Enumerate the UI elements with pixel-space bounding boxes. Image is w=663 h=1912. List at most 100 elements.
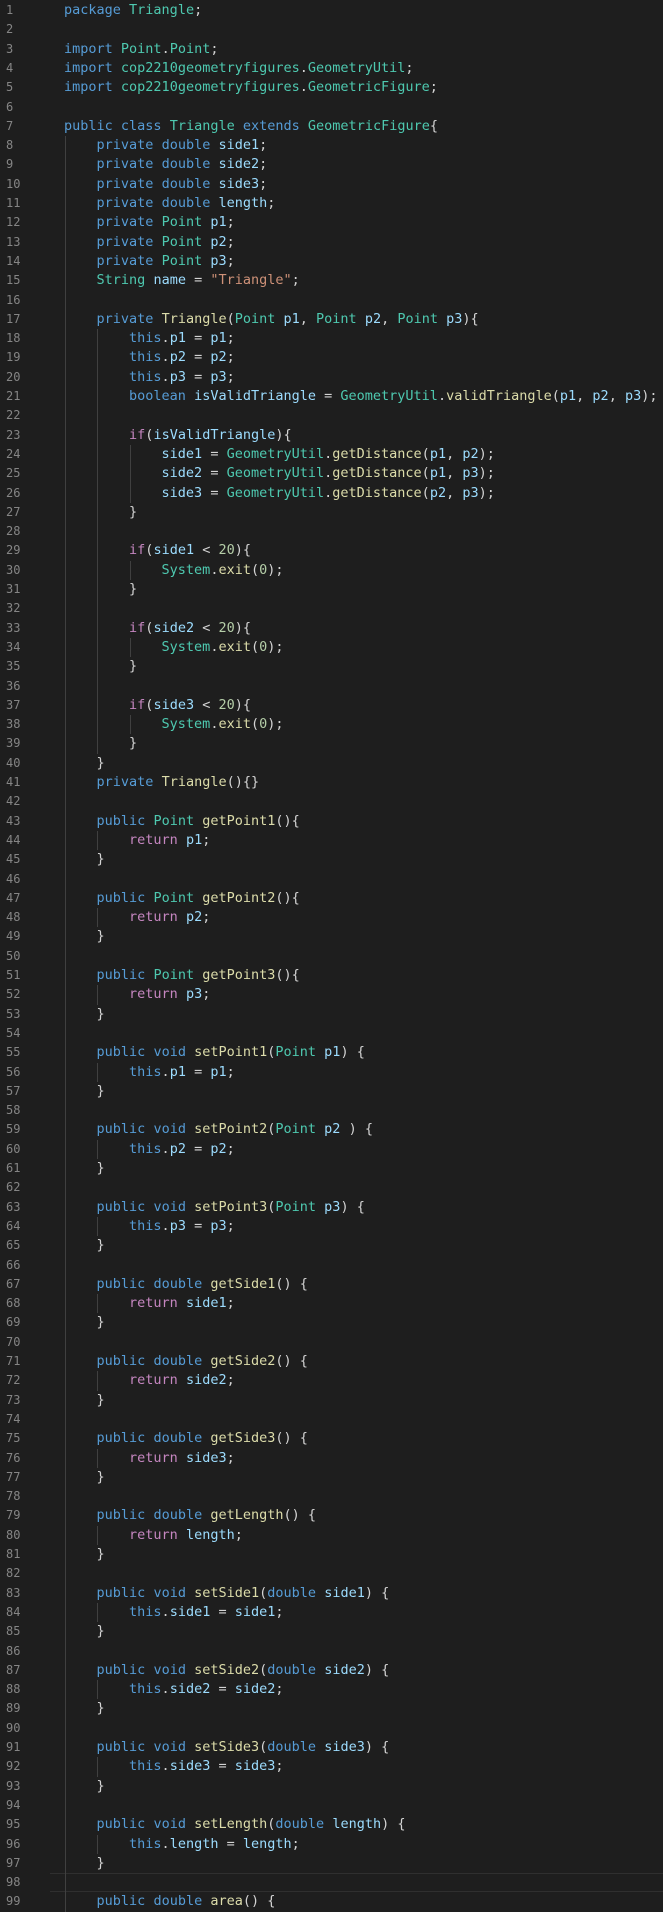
code-line[interactable]: 18 this.p1 = p1;	[0, 329, 663, 348]
code-line[interactable]: 64 this.p3 = p3;	[0, 1217, 663, 1236]
code-line[interactable]: 42	[0, 792, 663, 811]
code-line[interactable]: 99 public double area() {	[0, 1892, 663, 1911]
code-line[interactable]: 9 private double side2;	[0, 155, 663, 174]
code-line[interactable]: 60 this.p2 = p2;	[0, 1140, 663, 1159]
code-line[interactable]: 37 if(side3 < 20){	[0, 696, 663, 715]
code-line[interactable]: 25 side2 = GeometryUtil.getDistance(p1, …	[0, 464, 663, 483]
code-line[interactable]: 92 this.side3 = side3;	[0, 1757, 663, 1776]
code-line[interactable]: 68 return side1;	[0, 1294, 663, 1313]
code-line[interactable]: 3 import Point.Point;	[0, 40, 663, 59]
code-line[interactable]: 38 System.exit(0);	[0, 715, 663, 734]
code-line[interactable]: 14 private Point p3;	[0, 252, 663, 271]
code-line[interactable]: 83 public void setSide1(double side1) {	[0, 1584, 663, 1603]
code-line[interactable]: 94	[0, 1796, 663, 1815]
code-line[interactable]: 95 public void setLength(double length) …	[0, 1815, 663, 1834]
code-line[interactable]: 61 }	[0, 1159, 663, 1178]
code-line[interactable]: 35 }	[0, 657, 663, 676]
code-line[interactable]: 47 public Point getPoint2(){	[0, 889, 663, 908]
code-line[interactable]: 31 }	[0, 580, 663, 599]
code-line[interactable]: 93 }	[0, 1777, 663, 1796]
code-line[interactable]: 32	[0, 599, 663, 618]
code-line[interactable]: 23 if(isValidTriangle){	[0, 426, 663, 445]
code-line[interactable]: 34 System.exit(0);	[0, 638, 663, 657]
code-line[interactable]: 66	[0, 1256, 663, 1275]
code-line[interactable]: 52 return p3;	[0, 985, 663, 1004]
code-line[interactable]: 96 this.length = length;	[0, 1835, 663, 1854]
code-line[interactable]: 62	[0, 1178, 663, 1197]
code-line[interactable]: 89 }	[0, 1699, 663, 1718]
code-line[interactable]: 30 System.exit(0);	[0, 561, 663, 580]
code-line[interactable]: 77 }	[0, 1468, 663, 1487]
code-line[interactable]: 85 }	[0, 1622, 663, 1641]
code-line[interactable]: 19 this.p2 = p2;	[0, 348, 663, 367]
code-line[interactable]: 50	[0, 947, 663, 966]
code-line[interactable]: 16	[0, 291, 663, 310]
code-line[interactable]: 67 public double getSide1() {	[0, 1275, 663, 1294]
code-line[interactable]: 70	[0, 1333, 663, 1352]
code-line[interactable]: 5 import cop2210geometryfigures.Geometric…	[0, 78, 663, 97]
code-line[interactable]: 21 boolean isValidTriangle = GeometryUti…	[0, 387, 663, 406]
code-line[interactable]: 41 private Triangle(){}	[0, 773, 663, 792]
code-line[interactable]: 87 public void setSide2(double side2) {	[0, 1661, 663, 1680]
code-line[interactable]: 59 public void setPoint2(Point p2 ) {	[0, 1120, 663, 1139]
code-line[interactable]: 53 }	[0, 1005, 663, 1024]
code-line[interactable]: 86	[0, 1642, 663, 1661]
code-line[interactable]: 82	[0, 1564, 663, 1583]
code-line[interactable]: 65 }	[0, 1236, 663, 1255]
code-line[interactable]: 80 return length;	[0, 1526, 663, 1545]
code-line[interactable]: 55 public void setPoint1(Point p1) {	[0, 1043, 663, 1062]
code-line[interactable]: 74	[0, 1410, 663, 1429]
code-line[interactable]: 72 return side2;	[0, 1371, 663, 1390]
code-line[interactable]: 49 }	[0, 927, 663, 946]
code-line[interactable]: 51 public Point getPoint3(){	[0, 966, 663, 985]
code-line[interactable]: 29 if(side1 < 20){	[0, 541, 663, 560]
code-editor[interactable]: 1 package Triangle; 2 3 import Point.Point; 4…	[0, 0, 663, 1912]
code-line[interactable]: 84 this.side1 = side1;	[0, 1603, 663, 1622]
code-line[interactable]: 90	[0, 1719, 663, 1738]
code-line[interactable]: 40 }	[0, 754, 663, 773]
code-line[interactable]: 10 private double side3;	[0, 175, 663, 194]
code-line[interactable]: 28	[0, 522, 663, 541]
code-line[interactable]: 97 }	[0, 1854, 663, 1873]
code-line[interactable]: 26 side3 = GeometryUtil.getDistance(p2, …	[0, 484, 663, 503]
code-line[interactable]: 71 public double getSide2() {	[0, 1352, 663, 1371]
code-line[interactable]: 12 private Point p1;	[0, 213, 663, 232]
code-line[interactable]: 13 private Point p2;	[0, 233, 663, 252]
code-line[interactable]: 56 this.p1 = p1;	[0, 1063, 663, 1082]
code-line[interactable]: 33 if(side2 < 20){	[0, 619, 663, 638]
code-line[interactable]: 73 }	[0, 1391, 663, 1410]
code-line[interactable]: 6	[0, 98, 663, 117]
code-line[interactable]: 75 public double getSide3() {	[0, 1429, 663, 1448]
code-line[interactable]: 79 public double getLength() {	[0, 1506, 663, 1525]
code-line[interactable]: 54	[0, 1024, 663, 1043]
code-line[interactable]: 69 }	[0, 1313, 663, 1332]
code-line[interactable]: 27 }	[0, 503, 663, 522]
code-line[interactable]: 39 }	[0, 734, 663, 753]
code-line[interactable]: 1 package Triangle;	[0, 1, 663, 20]
code-line[interactable]: 98	[0, 1873, 663, 1893]
code-line[interactable]: 45 }	[0, 850, 663, 869]
code-line[interactable]: 4 import cop2210geometryfigures.GeometryU…	[0, 59, 663, 78]
code-line[interactable]: 22	[0, 406, 663, 425]
code-line[interactable]: 46	[0, 870, 663, 889]
code-line[interactable]: 17 private Triangle(Point p1, Point p2, …	[0, 310, 663, 329]
code-line[interactable]: 91 public void setSide3(double side3) {	[0, 1738, 663, 1757]
code-line[interactable]: 63 public void setPoint3(Point p3) {	[0, 1198, 663, 1217]
code-line[interactable]: 78	[0, 1487, 663, 1506]
code-line[interactable]: 20 this.p3 = p3;	[0, 368, 663, 387]
code-line[interactable]: 15 String name = "Triangle";	[0, 271, 663, 290]
code-line[interactable]: 81 }	[0, 1545, 663, 1564]
code-line[interactable]: 48 return p2;	[0, 908, 663, 927]
code-line[interactable]: 44 return p1;	[0, 831, 663, 850]
code-line[interactable]: 58	[0, 1101, 663, 1120]
code-line[interactable]: 11 private double length;	[0, 194, 663, 213]
code-line[interactable]: 8 private double side1;	[0, 136, 663, 155]
code-line[interactable]: 36	[0, 677, 663, 696]
code-line[interactable]: 43 public Point getPoint1(){	[0, 812, 663, 831]
code-line[interactable]: 2	[0, 20, 663, 39]
code-line[interactable]: 57 }	[0, 1082, 663, 1101]
code-line[interactable]: 7 public class Triangle extends Geometric…	[0, 117, 663, 136]
code-line[interactable]: 76 return side3;	[0, 1449, 663, 1468]
code-line[interactable]: 88 this.side2 = side2;	[0, 1680, 663, 1699]
code-line[interactable]: 24 side1 = GeometryUtil.getDistance(p1, …	[0, 445, 663, 464]
